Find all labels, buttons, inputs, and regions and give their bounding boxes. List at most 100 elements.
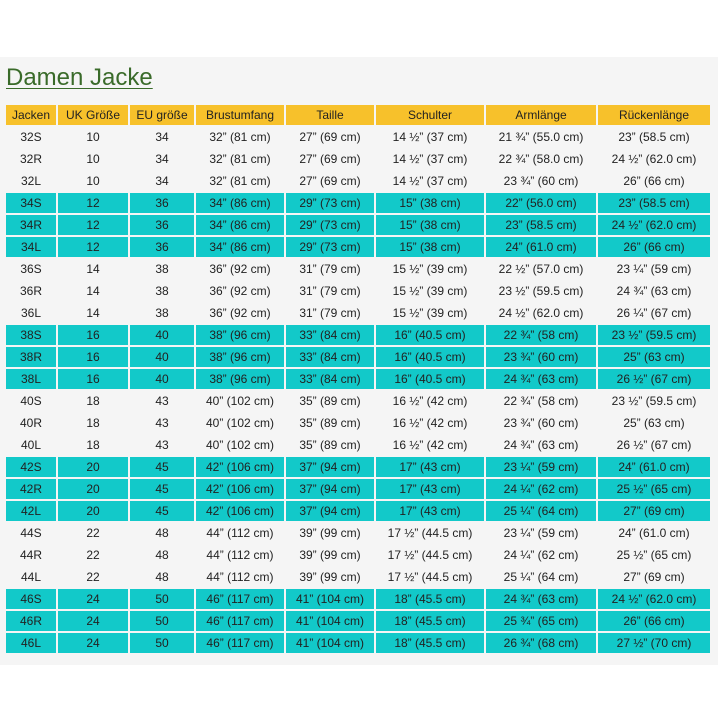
cell-jacken: 32L	[6, 171, 56, 191]
cell-rueckenlaenge: 27 ½” (70 cm)	[598, 633, 710, 653]
cell-jacken: 44L	[6, 567, 56, 587]
cell-schulter: 15” (38 cm)	[376, 193, 484, 213]
cell-rueckenlaenge: 24” (61.0 cm)	[598, 457, 710, 477]
table-row: 32S 10 34 32” (81 cm) 27” (69 cm) 14 ½” (37 c…	[6, 127, 710, 147]
cell-jacken: 36L	[6, 303, 56, 323]
table-row: 44S 22 48 44” (112 cm) 39” (99 cm) 17 ½” (44.…	[6, 523, 710, 543]
table-row: 44R 22 48 44” (112 cm) 39” (99 cm) 17 ½” (44.…	[6, 545, 710, 565]
cell-uk-groesse: 14	[58, 281, 128, 301]
cell-eu-groesse: 40	[130, 347, 194, 367]
table-header-row: Jacken UK Größe EU größe Brustumfang Tai…	[6, 105, 710, 125]
cell-brustumfang: 40” (102 cm)	[196, 413, 284, 433]
table-row: 34L 12 36 34” (86 cm) 29” (73 cm) 15” (38 cm)…	[6, 237, 710, 257]
cell-rueckenlaenge: 24” (61.0 cm)	[598, 523, 710, 543]
cell-jacken: 44S	[6, 523, 56, 543]
cell-eu-groesse: 43	[130, 391, 194, 411]
cell-brustumfang: 38” (96 cm)	[196, 325, 284, 345]
cell-taille: 35” (89 cm)	[286, 435, 374, 455]
cell-taille: 33” (84 cm)	[286, 369, 374, 389]
cell-brustumfang: 44” (112 cm)	[196, 545, 284, 565]
cell-uk-groesse: 22	[58, 567, 128, 587]
cell-rueckenlaenge: 23” (58.5 cm)	[598, 127, 710, 147]
cell-schulter: 16” (40.5 cm)	[376, 347, 484, 367]
cell-schulter: 17 ½” (44.5 cm)	[376, 523, 484, 543]
cell-schulter: 17” (43 cm)	[376, 501, 484, 521]
cell-rueckenlaenge: 27” (69 cm)	[598, 501, 710, 521]
cell-armlaenge: 23 ½” (59.5 cm)	[486, 281, 596, 301]
cell-uk-groesse: 24	[58, 589, 128, 609]
cell-uk-groesse: 12	[58, 237, 128, 257]
cell-armlaenge: 23 ¾” (60 cm)	[486, 347, 596, 367]
cell-uk-groesse: 16	[58, 325, 128, 345]
cell-eu-groesse: 50	[130, 633, 194, 653]
cell-brustumfang: 46” (117 cm)	[196, 633, 284, 653]
cell-brustumfang: 34” (86 cm)	[196, 215, 284, 235]
table-row: 40R 18 43 40” (102 cm) 35” (89 cm) 16 ½” (42 …	[6, 413, 710, 433]
table-row: 38R 16 40 38” (96 cm) 33” (84 cm) 16” (40.5 c…	[6, 347, 710, 367]
table-row: 42R 20 45 42” (106 cm) 37” (94 cm) 17” (43 cm…	[6, 479, 710, 499]
cell-taille: 29” (73 cm)	[286, 215, 374, 235]
cell-rueckenlaenge: 24 ½” (62.0 cm)	[598, 215, 710, 235]
cell-eu-groesse: 36	[130, 193, 194, 213]
cell-rueckenlaenge: 23 ½” (59.5 cm)	[598, 391, 710, 411]
cell-rueckenlaenge: 26” (66 cm)	[598, 237, 710, 257]
cell-taille: 29” (73 cm)	[286, 193, 374, 213]
table-row: 46L 24 50 46” (117 cm) 41” (104 cm) 18” (45.5…	[6, 633, 710, 653]
cell-uk-groesse: 20	[58, 479, 128, 499]
cell-eu-groesse: 43	[130, 435, 194, 455]
table-row: 44L 22 48 44” (112 cm) 39” (99 cm) 17 ½” (44.…	[6, 567, 710, 587]
header-schulter: Schulter	[376, 105, 484, 125]
cell-armlaenge: 23 ¼” (59 cm)	[486, 523, 596, 543]
cell-schulter: 15 ½” (39 cm)	[376, 259, 484, 279]
table-row: 38S 16 40 38” (96 cm) 33” (84 cm) 16” (40.5 c…	[6, 325, 710, 345]
cell-uk-groesse: 24	[58, 633, 128, 653]
cell-eu-groesse: 45	[130, 479, 194, 499]
cell-rueckenlaenge: 25 ½” (65 cm)	[598, 479, 710, 499]
cell-taille: 35” (89 cm)	[286, 413, 374, 433]
cell-uk-groesse: 18	[58, 391, 128, 411]
table-row: 42S 20 45 42” (106 cm) 37” (94 cm) 17” (43 cm…	[6, 457, 710, 477]
cell-rueckenlaenge: 24 ½” (62.0 cm)	[598, 149, 710, 169]
cell-schulter: 16 ½” (42 cm)	[376, 391, 484, 411]
cell-taille: 27” (69 cm)	[286, 127, 374, 147]
cell-jacken: 34S	[6, 193, 56, 213]
cell-jacken: 38S	[6, 325, 56, 345]
header-rueckenlaenge: Rückenlänge	[598, 105, 710, 125]
cell-jacken: 40L	[6, 435, 56, 455]
cell-rueckenlaenge: 27” (69 cm)	[598, 567, 710, 587]
cell-brustumfang: 44” (112 cm)	[196, 523, 284, 543]
cell-schulter: 14 ½” (37 cm)	[376, 171, 484, 191]
cell-armlaenge: 24” (61.0 cm)	[486, 237, 596, 257]
cell-rueckenlaenge: 25” (63 cm)	[598, 347, 710, 367]
cell-armlaenge: 22” (56.0 cm)	[486, 193, 596, 213]
cell-armlaenge: 25 ¼” (64 cm)	[486, 567, 596, 587]
cell-schulter: 15 ½” (39 cm)	[376, 303, 484, 323]
cell-eu-groesse: 50	[130, 611, 194, 631]
cell-eu-groesse: 38	[130, 259, 194, 279]
table-row: 36S 14 38 36” (92 cm) 31” (79 cm) 15 ½” (39 c…	[6, 259, 710, 279]
cell-eu-groesse: 43	[130, 413, 194, 433]
cell-rueckenlaenge: 23 ½” (59.5 cm)	[598, 325, 710, 345]
cell-rueckenlaenge: 24 ½” (62.0 cm)	[598, 589, 710, 609]
cell-jacken: 32R	[6, 149, 56, 169]
cell-jacken: 42L	[6, 501, 56, 521]
cell-brustumfang: 42” (106 cm)	[196, 479, 284, 499]
cell-taille: 27” (69 cm)	[286, 171, 374, 191]
cell-rueckenlaenge: 26” (66 cm)	[598, 171, 710, 191]
cell-jacken: 46S	[6, 589, 56, 609]
table-row: 40S 18 43 40” (102 cm) 35” (89 cm) 16 ½” (42 …	[6, 391, 710, 411]
cell-taille: 41” (104 cm)	[286, 611, 374, 631]
cell-brustumfang: 40” (102 cm)	[196, 391, 284, 411]
cell-eu-groesse: 48	[130, 523, 194, 543]
cell-brustumfang: 44” (112 cm)	[196, 567, 284, 587]
cell-schulter: 17” (43 cm)	[376, 457, 484, 477]
cell-armlaenge: 23 ¾” (60 cm)	[486, 171, 596, 191]
cell-jacken: 46L	[6, 633, 56, 653]
cell-armlaenge: 23 ¾” (60 cm)	[486, 413, 596, 433]
cell-eu-groesse: 45	[130, 457, 194, 477]
page-title-link[interactable]: Damen Jacke	[6, 63, 153, 93]
cell-armlaenge: 23” (58.5 cm)	[486, 215, 596, 235]
cell-taille: 33” (84 cm)	[286, 347, 374, 367]
cell-rueckenlaenge: 25” (63 cm)	[598, 413, 710, 433]
cell-taille: 39” (99 cm)	[286, 523, 374, 543]
